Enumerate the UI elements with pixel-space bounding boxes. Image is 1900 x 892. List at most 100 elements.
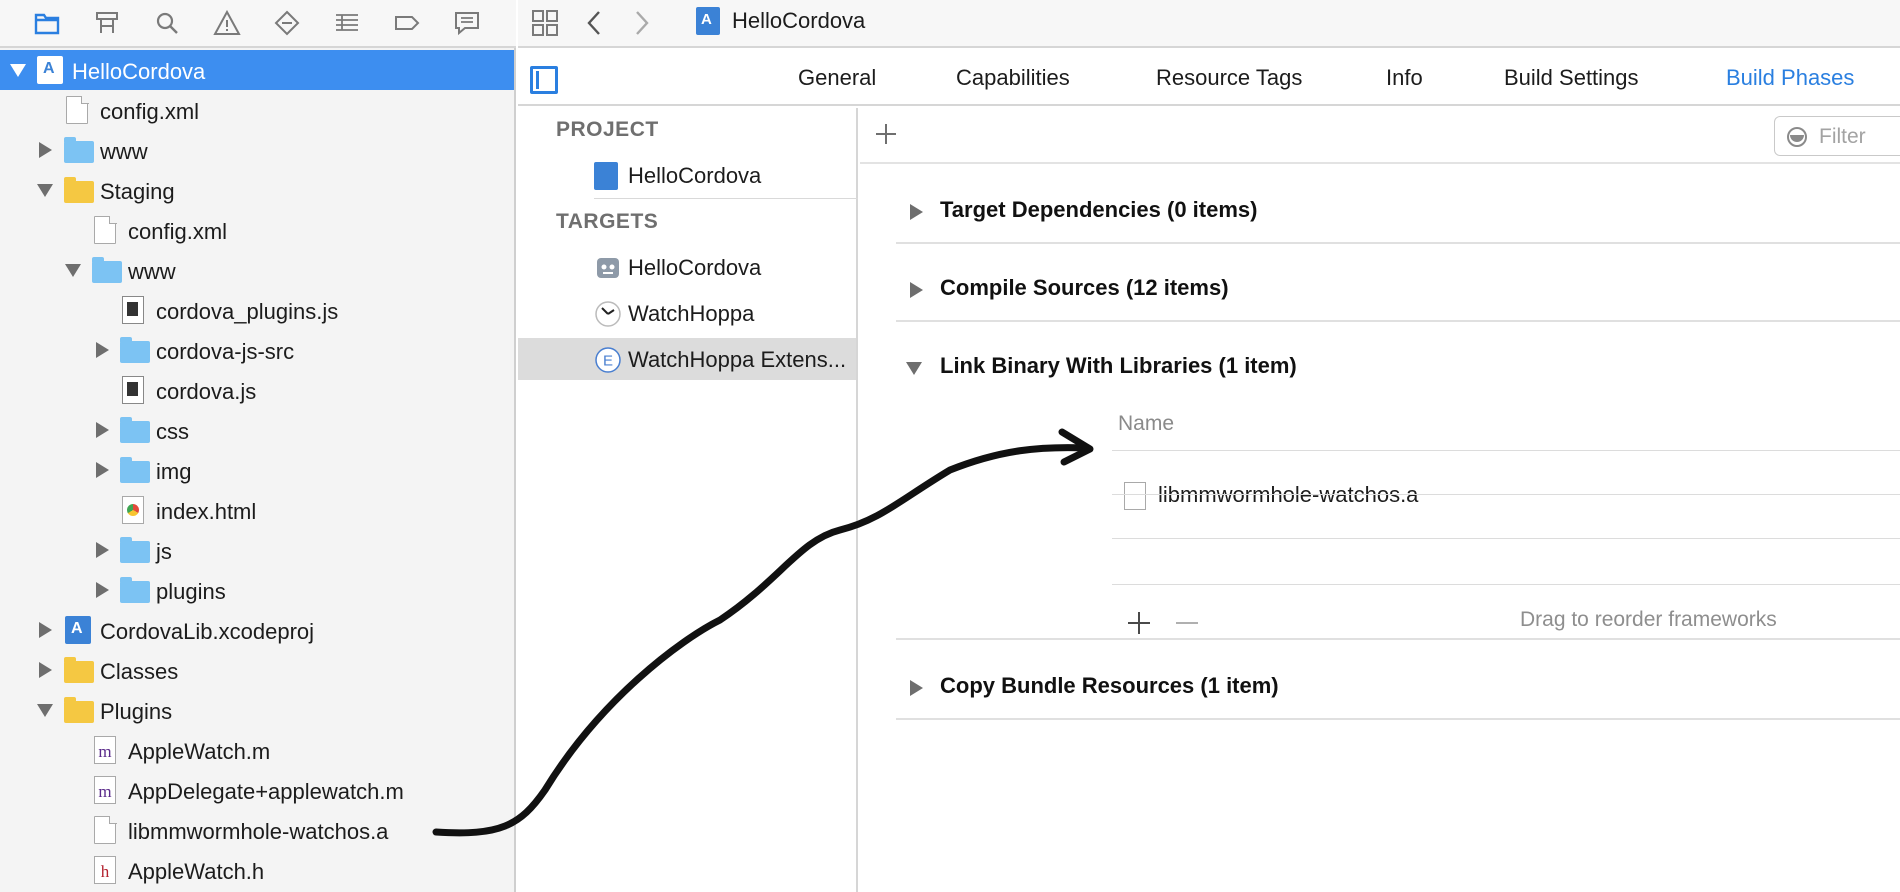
tree-item-staging[interactable]: Staging xyxy=(0,170,514,210)
folder-icon xyxy=(120,537,150,563)
tree-item-img[interactable]: img xyxy=(0,450,514,490)
tree-item-classes[interactable]: Classes xyxy=(0,650,514,690)
disclosure-right-icon[interactable] xyxy=(96,542,109,558)
tab-build-phases[interactable]: Build Phases xyxy=(1726,65,1854,91)
divider xyxy=(896,242,1900,244)
disclosure-right-icon[interactable] xyxy=(39,622,52,638)
tree-item-applewatch-m[interactable]: m AppleWatch.m xyxy=(0,730,514,770)
hierarchy-icon[interactable] xyxy=(90,6,124,40)
project-section-header: PROJECT xyxy=(556,118,659,141)
folder-icon xyxy=(120,457,150,483)
target-row-watchhoppa[interactable]: WatchHoppa xyxy=(518,292,856,334)
targets-section-header: TARGETS xyxy=(556,210,659,233)
target-row-hellocordova[interactable]: HelloCordova xyxy=(518,246,856,288)
disclosure-down-icon[interactable] xyxy=(906,362,922,375)
folder-icon xyxy=(120,337,150,363)
tree-item-cordova-js-src[interactable]: cordova-js-src xyxy=(0,330,514,370)
library-row[interactable]: libmmwormhole-watchos.a xyxy=(1158,482,1418,508)
tree-item-css[interactable]: css xyxy=(0,410,514,450)
divider xyxy=(1112,538,1900,539)
divider xyxy=(896,718,1900,720)
disclosure-down-icon[interactable] xyxy=(65,264,81,277)
disclosure-down-icon[interactable] xyxy=(37,704,53,717)
breadcrumb-title[interactable]: HelloCordova xyxy=(732,8,865,34)
divider xyxy=(1112,494,1900,495)
forward-chevron-icon[interactable] xyxy=(626,8,656,38)
tree-item-plugins-group[interactable]: Plugins xyxy=(0,690,514,730)
tree-item-label: www xyxy=(128,259,176,284)
drag-hint: Drag to reorder frameworks xyxy=(1520,608,1777,631)
tree-item-applewatch-h[interactable]: h AppleWatch.h xyxy=(0,850,514,890)
column-header-name: Name xyxy=(1118,412,1175,435)
tree-item-staging-config-xml[interactable]: config.xml xyxy=(0,210,514,250)
svg-text:E: E xyxy=(603,353,613,370)
library-file-icon xyxy=(1124,482,1146,510)
add-library-button[interactable] xyxy=(1126,610,1152,636)
back-chevron-icon[interactable] xyxy=(580,8,610,38)
disclosure-right-icon[interactable] xyxy=(96,422,109,438)
tab-general[interactable]: General xyxy=(798,65,876,91)
test-diamond-icon[interactable] xyxy=(270,6,304,40)
tree-item-config-xml[interactable]: config.xml xyxy=(0,90,514,130)
filter-field[interactable]: Filter xyxy=(1774,116,1900,156)
sidebar-toggle-icon[interactable] xyxy=(530,66,558,94)
divider xyxy=(896,320,1900,322)
target-label: WatchHoppa xyxy=(628,301,755,326)
tab-capabilities[interactable]: Capabilities xyxy=(956,65,1070,91)
add-build-phase-button[interactable] xyxy=(872,120,900,148)
divider xyxy=(594,198,858,199)
breakpoint-icon[interactable] xyxy=(390,6,424,40)
tree-item-index-html[interactable]: index.html xyxy=(0,490,514,530)
report-icon[interactable] xyxy=(450,6,484,40)
disclosure-right-icon[interactable] xyxy=(39,662,52,678)
tree-item-label: www xyxy=(100,139,148,164)
disclosure-down-icon[interactable] xyxy=(10,64,26,77)
tree-item-www[interactable]: www xyxy=(0,130,514,170)
project-icon xyxy=(65,616,91,644)
tree-item-label: CordovaLib.xcodeproj xyxy=(100,619,315,644)
disclosure-right-icon[interactable] xyxy=(910,680,923,696)
tree-item-libmmwormhole-watchos-a[interactable]: libmmwormhole-watchos.a xyxy=(0,810,514,850)
disclosure-right-icon[interactable] xyxy=(39,142,52,158)
disclosure-right-icon[interactable] xyxy=(910,204,923,220)
editor-jump-bar: HelloCordova xyxy=(518,0,1900,48)
divider xyxy=(1112,450,1900,451)
tree-item-label: Classes xyxy=(100,659,179,684)
tree-item-staging-www[interactable]: www xyxy=(0,250,514,290)
disclosure-right-icon[interactable] xyxy=(96,582,109,598)
search-icon[interactable] xyxy=(150,6,184,40)
related-items-grid-icon[interactable] xyxy=(530,8,560,38)
remove-library-button[interactable] xyxy=(1176,622,1198,624)
disclosure-right-icon[interactable] xyxy=(96,462,109,478)
tree-item-js[interactable]: js xyxy=(0,530,514,570)
tab-info[interactable]: Info xyxy=(1386,65,1423,91)
phase-title: Target Dependencies (0 items) xyxy=(940,197,1258,222)
tree-item-label: AppleWatch.h xyxy=(128,859,265,884)
tree-item-label: config.xml xyxy=(128,219,228,244)
tree-item-hellocordova[interactable]: HelloCordova xyxy=(0,50,514,90)
tab-resource-tags[interactable]: Resource Tags xyxy=(1156,65,1302,91)
tree-item-plugins[interactable]: plugins xyxy=(0,570,514,610)
project-row[interactable]: HelloCordova xyxy=(518,154,856,196)
project-icon xyxy=(37,56,63,84)
target-row-watchhoppa-extension[interactable]: E WatchHoppa Extens... xyxy=(518,338,856,380)
project-icon xyxy=(696,7,720,35)
tab-build-settings[interactable]: Build Settings xyxy=(1504,65,1639,91)
tree-item-label: css xyxy=(156,419,189,444)
build-phases-editor: Filter Target Dependencies (0 items) Com… xyxy=(860,108,1900,892)
project-name: HelloCordova xyxy=(628,163,762,188)
disclosure-right-icon[interactable] xyxy=(910,282,923,298)
tree-item-label: img xyxy=(156,459,192,484)
filter-icon xyxy=(1787,127,1807,147)
tree-item-appdelegate-applewatch-m[interactable]: m AppDelegate+applewatch.m xyxy=(0,770,514,810)
disclosure-down-icon[interactable] xyxy=(37,184,53,197)
folder-icon[interactable] xyxy=(30,6,64,40)
folder-icon xyxy=(64,697,94,723)
tree-item-cordova-plugins-js[interactable]: cordova_plugins.js xyxy=(0,290,514,330)
tree-item-cordova-js[interactable]: cordova.js xyxy=(0,370,514,410)
disclosure-right-icon[interactable] xyxy=(96,342,109,358)
debug-list-icon[interactable] xyxy=(330,6,364,40)
tree-item-cordovalib-xcodeproj[interactable]: CordovaLib.xcodeproj xyxy=(0,610,514,650)
warning-icon[interactable] xyxy=(210,6,244,40)
target-label: WatchHoppa Extens... xyxy=(628,347,847,372)
